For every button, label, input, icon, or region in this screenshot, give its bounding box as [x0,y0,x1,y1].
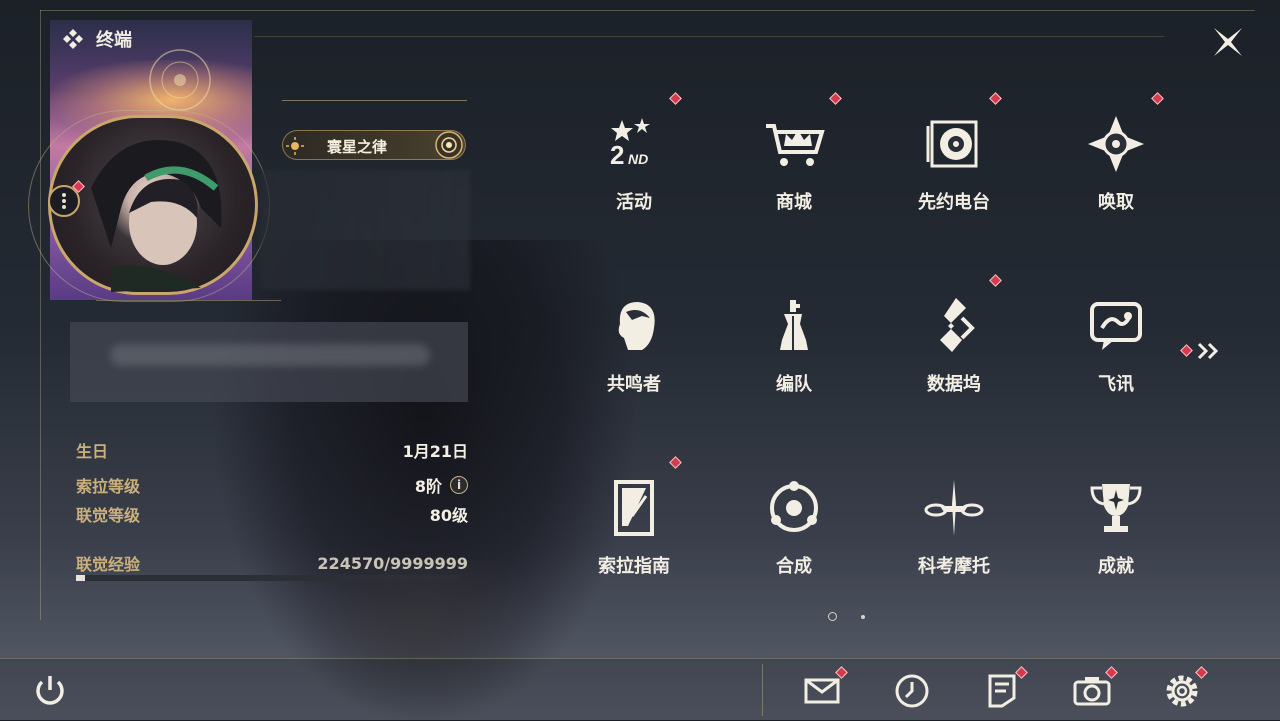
menu-item-data-bank[interactable]: 数据坞 [874,274,1034,428]
close-icon [1214,28,1242,56]
menu-item-label: 合成 [776,556,812,577]
info-label: 联觉等级 [76,506,141,525]
menu-item-achievements[interactable]: 成就 [1036,460,1196,610]
menu-item-guide[interactable]: 索拉指南 [554,456,714,610]
info-value: 1月21日 [402,442,468,461]
divider [282,100,467,101]
menu-item-chat[interactable]: 飞讯 [1036,278,1196,428]
info-icon[interactable]: i [450,476,468,494]
mail-icon [804,678,840,704]
notification-badge [989,92,1002,105]
page-title: 终端 [96,30,132,51]
notification-badge [669,92,682,105]
menu-item-motorbike[interactable]: 科考摩托 [874,460,1034,610]
info-label: 生日 [76,442,109,461]
menu-item-label: 飞讯 [1098,374,1134,395]
info-value: 224570/9999999 [317,553,468,573]
mail-button[interactable] [802,666,848,710]
title-badge[interactable]: 寰星之律 [282,130,466,160]
info-label: 索拉等级 [76,477,141,496]
guide-book-icon [614,480,654,536]
gear-icon [1166,675,1198,707]
shop-cart-crown-icon [766,124,825,166]
title-badge-text: 寰星之律 [327,138,388,156]
orb-emblem-icon [435,131,463,159]
compass-star-icon [1088,116,1144,172]
camera-button[interactable] [1072,666,1118,710]
radio-vinyl-icon [926,120,978,168]
chevron-double-right-icon [1197,342,1219,360]
svg-text:ND: ND [628,151,648,167]
resonator-head-icon [618,302,655,350]
menu-item-label: 成就 [1098,556,1134,577]
clock-icon [895,674,929,708]
info-label: 联觉经验 [76,555,141,574]
menu-item-convene[interactable]: 唤取 [1036,92,1196,246]
data-bank-icon [940,298,975,352]
menu-item-radio[interactable]: 先约电台 [874,92,1034,246]
notification-badge [1151,92,1164,105]
blurred-name-area [260,170,470,290]
exp-progress-bar [76,575,461,581]
divider [96,300,281,301]
frame-line-left [40,10,41,620]
menu-item-resonators[interactable]: 共鸣者 [554,278,714,428]
power-button[interactable] [30,670,70,710]
event-2nd-anniversary-icon: 2 ND [610,118,650,170]
info-row-birthday: 生日 1月21日 [76,438,468,462]
info-row-union-exp: 联觉经验 224570/9999999 [76,551,468,575]
menu-item-label: 索拉指南 [598,556,670,577]
menu-item-label: 活动 [616,192,652,213]
notification-badge [669,456,682,469]
blurred-signature [70,322,468,402]
svg-text:2: 2 [610,140,624,170]
page-dot-active[interactable] [828,612,837,621]
exp-progress-fill [76,575,85,581]
clock-button[interactable] [892,670,932,710]
synthesis-orbit-icon [770,481,818,532]
menu-item-label: 先约电台 [918,192,990,213]
info-row-union-level: 联觉等级 80级 [76,502,468,526]
menu-item-synthesis[interactable]: 合成 [714,460,874,610]
menu-item-label: 共鸣者 [607,374,661,395]
card-ornament [149,49,211,111]
close-button[interactable] [1208,22,1248,62]
menu-item-label: 编队 [776,374,812,395]
notification-badge [829,92,842,105]
frame-line-top [40,10,1255,11]
info-value: 80级 [429,506,468,525]
sun-emblem-icon [286,137,304,155]
page-dot[interactable] [861,615,865,619]
menu-item-label: 唤取 [1098,192,1134,213]
character-portrait [91,140,222,292]
avatar[interactable] [48,115,258,295]
trophy-icon [1090,484,1142,532]
bottom-divider [762,664,763,716]
info-value: 8阶 [414,477,442,496]
menu-item-label: 数据坞 [927,374,981,395]
next-page-button[interactable] [1180,338,1224,364]
settings-button[interactable] [1162,666,1208,710]
chat-message-icon [1090,302,1142,350]
menu-item-events[interactable]: 2 ND 活动 [554,92,714,246]
notice-doc-icon [988,674,1016,708]
diamond-cluster-icon [63,29,83,49]
motorbike-icon [924,480,984,536]
menu-item-label: 商城 [776,192,812,213]
menu-item-team[interactable]: 编队 [714,278,874,428]
menu-item-label: 科考摩托 [918,556,990,577]
camera-icon [1073,677,1111,706]
info-row-sola-level: 索拉等级 8阶 i [76,473,468,497]
notice-button[interactable] [982,666,1028,710]
page-title-group: 终端 [62,26,132,52]
menu-item-shop[interactable]: 商城 [714,92,874,246]
power-icon [36,676,64,705]
notification-badge [989,274,1002,287]
frame-line-inner [254,36,1164,37]
info-value-group: 8阶 i [415,473,468,497]
chess-team-icon [780,300,808,350]
notification-badge [1180,344,1193,357]
more-vertical-icon [62,193,66,209]
